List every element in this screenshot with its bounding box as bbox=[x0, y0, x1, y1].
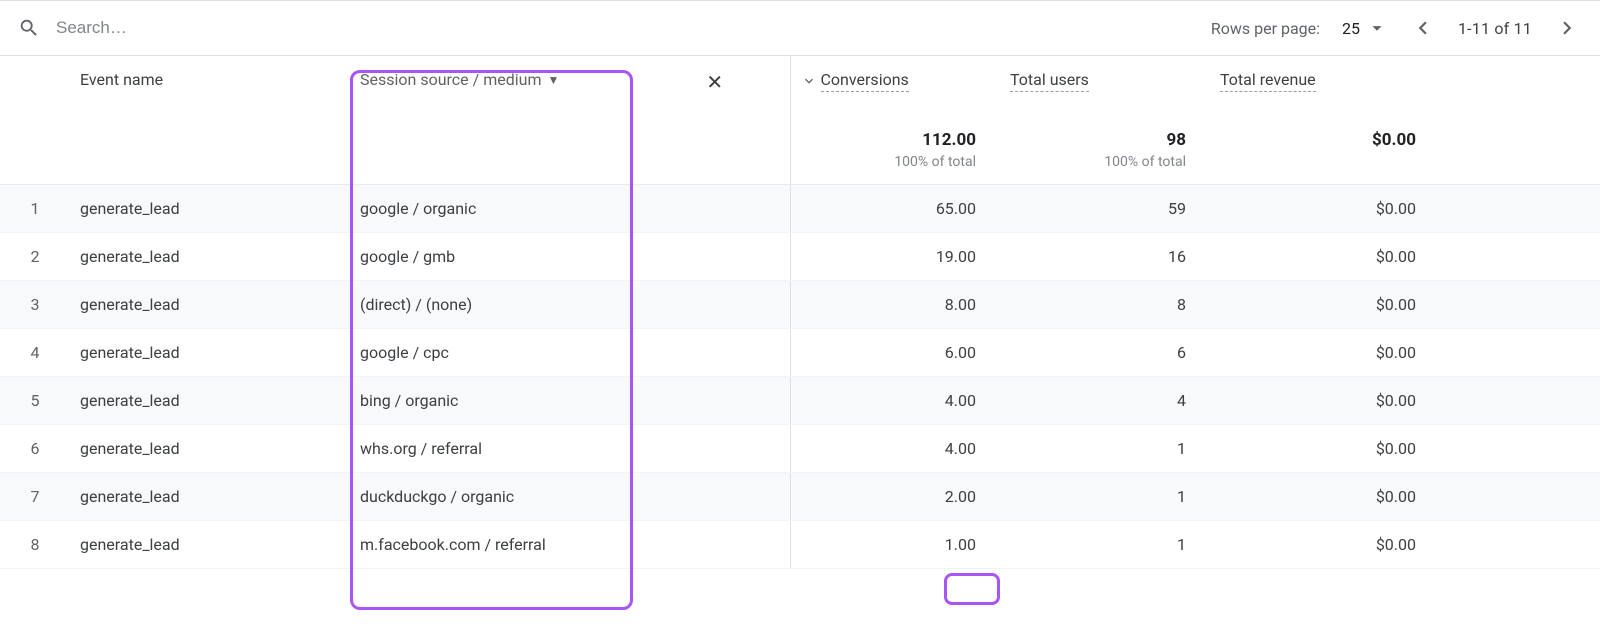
cell-total-revenue: $0.00 bbox=[1210, 521, 1440, 569]
cell-source-medium: whs.org / referral bbox=[350, 425, 640, 473]
col-header-conversions[interactable]: Conversions bbox=[790, 56, 1000, 106]
row-index: 6 bbox=[0, 425, 70, 473]
cell-total-revenue: $0.00 bbox=[1210, 233, 1440, 281]
cell-total-users: 1 bbox=[1000, 521, 1210, 569]
table-row[interactable]: 5generate_leadbing / organic 4.004$0.00 bbox=[0, 377, 1600, 425]
cell-source-medium: (direct) / (none) bbox=[350, 281, 640, 329]
cell-event-name: generate_lead bbox=[70, 281, 350, 329]
cell-total-users: 1 bbox=[1000, 473, 1210, 521]
table-row[interactable]: 4generate_leadgoogle / cpc 6.006$0.00 bbox=[0, 329, 1600, 377]
cell-source-medium: duckduckgo / organic bbox=[350, 473, 640, 521]
table-row[interactable]: 8generate_leadm.facebook.com / referral 1… bbox=[0, 521, 1600, 569]
caret-down-icon bbox=[1366, 17, 1388, 39]
cell-conversions: 8.00 bbox=[790, 281, 1000, 329]
table-row[interactable]: 6generate_leadwhs.org / referral 4.001$0.… bbox=[0, 425, 1600, 473]
cell-event-name: generate_lead bbox=[70, 185, 350, 233]
cell-conversions: 4.00 bbox=[790, 377, 1000, 425]
cell-source-medium: m.facebook.com / referral bbox=[350, 521, 640, 569]
col-header-total-users[interactable]: Total users bbox=[1000, 56, 1210, 106]
row-index: 2 bbox=[0, 233, 70, 281]
totals-revenue: $0.00 bbox=[1210, 106, 1440, 185]
cell-event-name: generate_lead bbox=[70, 233, 350, 281]
cell-conversions: 2.00 bbox=[790, 473, 1000, 521]
cell-event-name: generate_lead bbox=[70, 329, 350, 377]
cell-total-users: 8 bbox=[1000, 281, 1210, 329]
table-row[interactable]: 1generate_leadgoogle / organic 65.0059$0.… bbox=[0, 185, 1600, 233]
col-header-event-name[interactable]: Event name bbox=[70, 56, 350, 106]
cell-event-name: generate_lead bbox=[70, 473, 350, 521]
remove-dimension-button[interactable]: ✕ bbox=[650, 70, 780, 94]
cell-source-medium: bing / organic bbox=[350, 377, 640, 425]
totals-users: 98 100% of total bbox=[1000, 106, 1210, 185]
cell-conversions: 1.00 bbox=[790, 521, 1000, 569]
table-row[interactable]: 7generate_leadduckduckgo / organic 2.001$… bbox=[0, 473, 1600, 521]
rows-per-page-value: 25 bbox=[1342, 19, 1360, 38]
cell-total-users: 16 bbox=[1000, 233, 1210, 281]
pagination-range: 1-11 of 11 bbox=[1458, 19, 1532, 38]
cell-source-medium: google / gmb bbox=[350, 233, 640, 281]
next-page-button[interactable] bbox=[1554, 15, 1580, 41]
cell-total-revenue: $0.00 bbox=[1210, 281, 1440, 329]
cell-conversions: 4.00 bbox=[790, 425, 1000, 473]
cell-total-users: 59 bbox=[1000, 185, 1210, 233]
rows-per-page-select[interactable]: 25 bbox=[1342, 17, 1388, 39]
caret-down-icon: ▼ bbox=[547, 73, 559, 87]
row-index: 3 bbox=[0, 281, 70, 329]
row-index: 5 bbox=[0, 377, 70, 425]
cell-source-medium: google / organic bbox=[350, 185, 640, 233]
col-header-source-medium[interactable]: Session source / medium ▼ bbox=[350, 56, 640, 106]
cell-total-revenue: $0.00 bbox=[1210, 329, 1440, 377]
cell-total-revenue: $0.00 bbox=[1210, 425, 1440, 473]
cell-conversions: 65.00 bbox=[790, 185, 1000, 233]
cell-event-name: generate_lead bbox=[70, 425, 350, 473]
cell-conversions: 19.00 bbox=[790, 233, 1000, 281]
search-icon bbox=[18, 17, 40, 39]
report-table: Event name Session source / medium ▼ ✕ C… bbox=[0, 56, 1600, 569]
cell-source-medium: google / cpc bbox=[350, 329, 640, 377]
table-toolbar: Rows per page: 25 1-11 of 11 bbox=[0, 0, 1600, 56]
cell-total-revenue: $0.00 bbox=[1210, 473, 1440, 521]
prev-page-button[interactable] bbox=[1410, 15, 1436, 41]
cell-total-revenue: $0.00 bbox=[1210, 377, 1440, 425]
cell-total-revenue: $0.00 bbox=[1210, 185, 1440, 233]
cell-total-users: 4 bbox=[1000, 377, 1210, 425]
rows-per-page-label: Rows per page: bbox=[1211, 19, 1320, 38]
arrow-down-icon bbox=[801, 71, 817, 87]
col-header-total-revenue[interactable]: Total revenue bbox=[1210, 56, 1440, 106]
cell-event-name: generate_lead bbox=[70, 521, 350, 569]
highlight-row8-conversion bbox=[944, 573, 1000, 605]
table-row[interactable]: 3generate_lead(direct) / (none) 8.008$0.0… bbox=[0, 281, 1600, 329]
cell-total-users: 1 bbox=[1000, 425, 1210, 473]
row-index: 1 bbox=[0, 185, 70, 233]
row-index: 4 bbox=[0, 329, 70, 377]
search-input[interactable] bbox=[54, 17, 454, 39]
cell-total-users: 6 bbox=[1000, 329, 1210, 377]
table-row[interactable]: 2generate_leadgoogle / gmb 19.0016$0.00 bbox=[0, 233, 1600, 281]
cell-event-name: generate_lead bbox=[70, 377, 350, 425]
row-index: 7 bbox=[0, 473, 70, 521]
cell-conversions: 6.00 bbox=[790, 329, 1000, 377]
totals-conversions: 112.00 100% of total bbox=[790, 106, 1000, 185]
row-index: 8 bbox=[0, 521, 70, 569]
